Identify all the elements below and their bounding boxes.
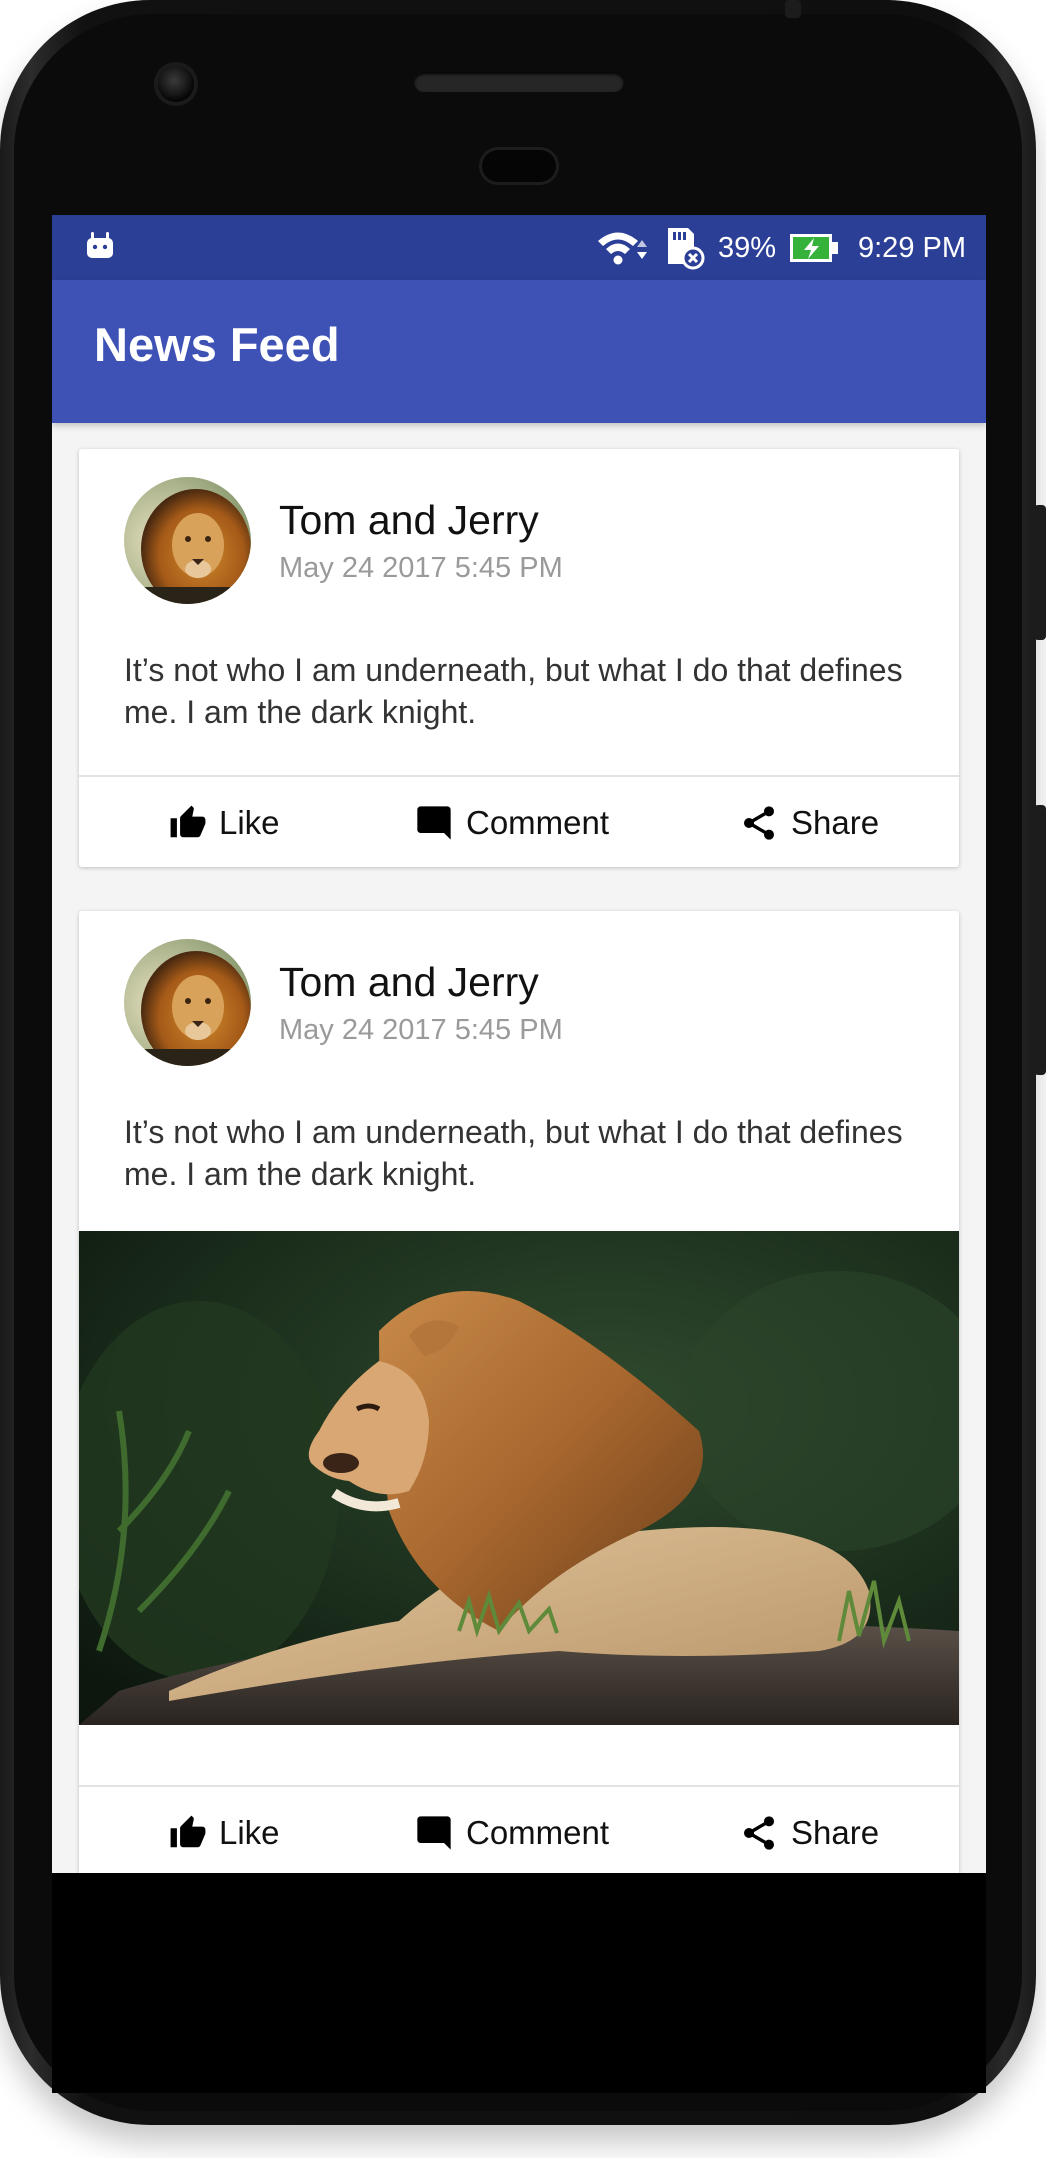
volume-button — [1034, 505, 1046, 640]
status-bar: 39% 9:29 PM — [52, 215, 986, 280]
avatar[interactable] — [124, 477, 251, 604]
battery-charging-icon — [790, 234, 838, 262]
post-text: It’s not who I am underneath, but what I… — [124, 1114, 903, 1192]
post-card: Tom and Jerry May 24 2017 5:45 PM It’s n… — [79, 449, 959, 867]
like-label: Like — [219, 1814, 280, 1851]
power-button — [1034, 805, 1046, 1075]
post-text: It’s not who I am underneath, but what I… — [124, 652, 903, 730]
share-icon — [744, 806, 774, 840]
post-card: Tom and Jerry May 24 2017 5:45 PM It’s n… — [79, 911, 959, 1873]
post-author[interactable]: Tom and Jerry — [279, 497, 539, 544]
lion-avatar-image — [124, 477, 251, 604]
share-icon — [744, 1816, 774, 1850]
proximity-sensor — [482, 150, 556, 182]
post-timestamp: May 24 2017 5:45 PM — [279, 1014, 563, 1046]
wifi-icon — [597, 232, 647, 265]
sd-card-icon — [667, 228, 705, 270]
thumbs-up-icon — [170, 1815, 206, 1848]
android-icon — [87, 232, 113, 258]
lion-photo — [79, 1231, 959, 1725]
earpiece-speaker — [414, 72, 624, 92]
post-timestamp: May 24 2017 5:45 PM — [279, 552, 563, 584]
post-author[interactable]: Tom and Jerry — [279, 959, 539, 1006]
post-actions: Like Comment Share — [79, 1785, 959, 1873]
like-label: Like — [219, 804, 280, 841]
thumbs-up-icon — [170, 805, 206, 838]
top-button — [785, 0, 801, 18]
screen: 39% 9:29 PM News Feed Tom and Jerry May … — [52, 215, 986, 1873]
phone-chin — [52, 1873, 986, 2093]
comment-icon — [417, 806, 451, 840]
front-camera — [158, 66, 194, 102]
share-button[interactable]: Share — [739, 777, 879, 867]
share-button[interactable]: Share — [739, 1787, 879, 1873]
comment-icon — [417, 1816, 451, 1850]
status-time: 9:29 PM — [858, 231, 966, 264]
battery-percent: 39% — [717, 231, 776, 264]
comment-label: Comment — [466, 1814, 610, 1851]
post-image[interactable] — [79, 1231, 959, 1725]
comment-label: Comment — [466, 804, 610, 841]
app-bar: News Feed — [52, 280, 986, 423]
like-button[interactable]: Like — [169, 777, 280, 867]
post-actions: Like Comment Share — [79, 775, 959, 867]
avatar[interactable] — [124, 939, 251, 1066]
app-title: News Feed — [94, 318, 340, 371]
comment-button[interactable]: Comment — [414, 777, 609, 867]
share-label: Share — [791, 1814, 880, 1851]
like-button[interactable]: Like — [169, 1787, 280, 1873]
share-label: Share — [791, 804, 880, 841]
comment-button[interactable]: Comment — [414, 1787, 609, 1873]
lion-avatar-image — [124, 939, 251, 1066]
